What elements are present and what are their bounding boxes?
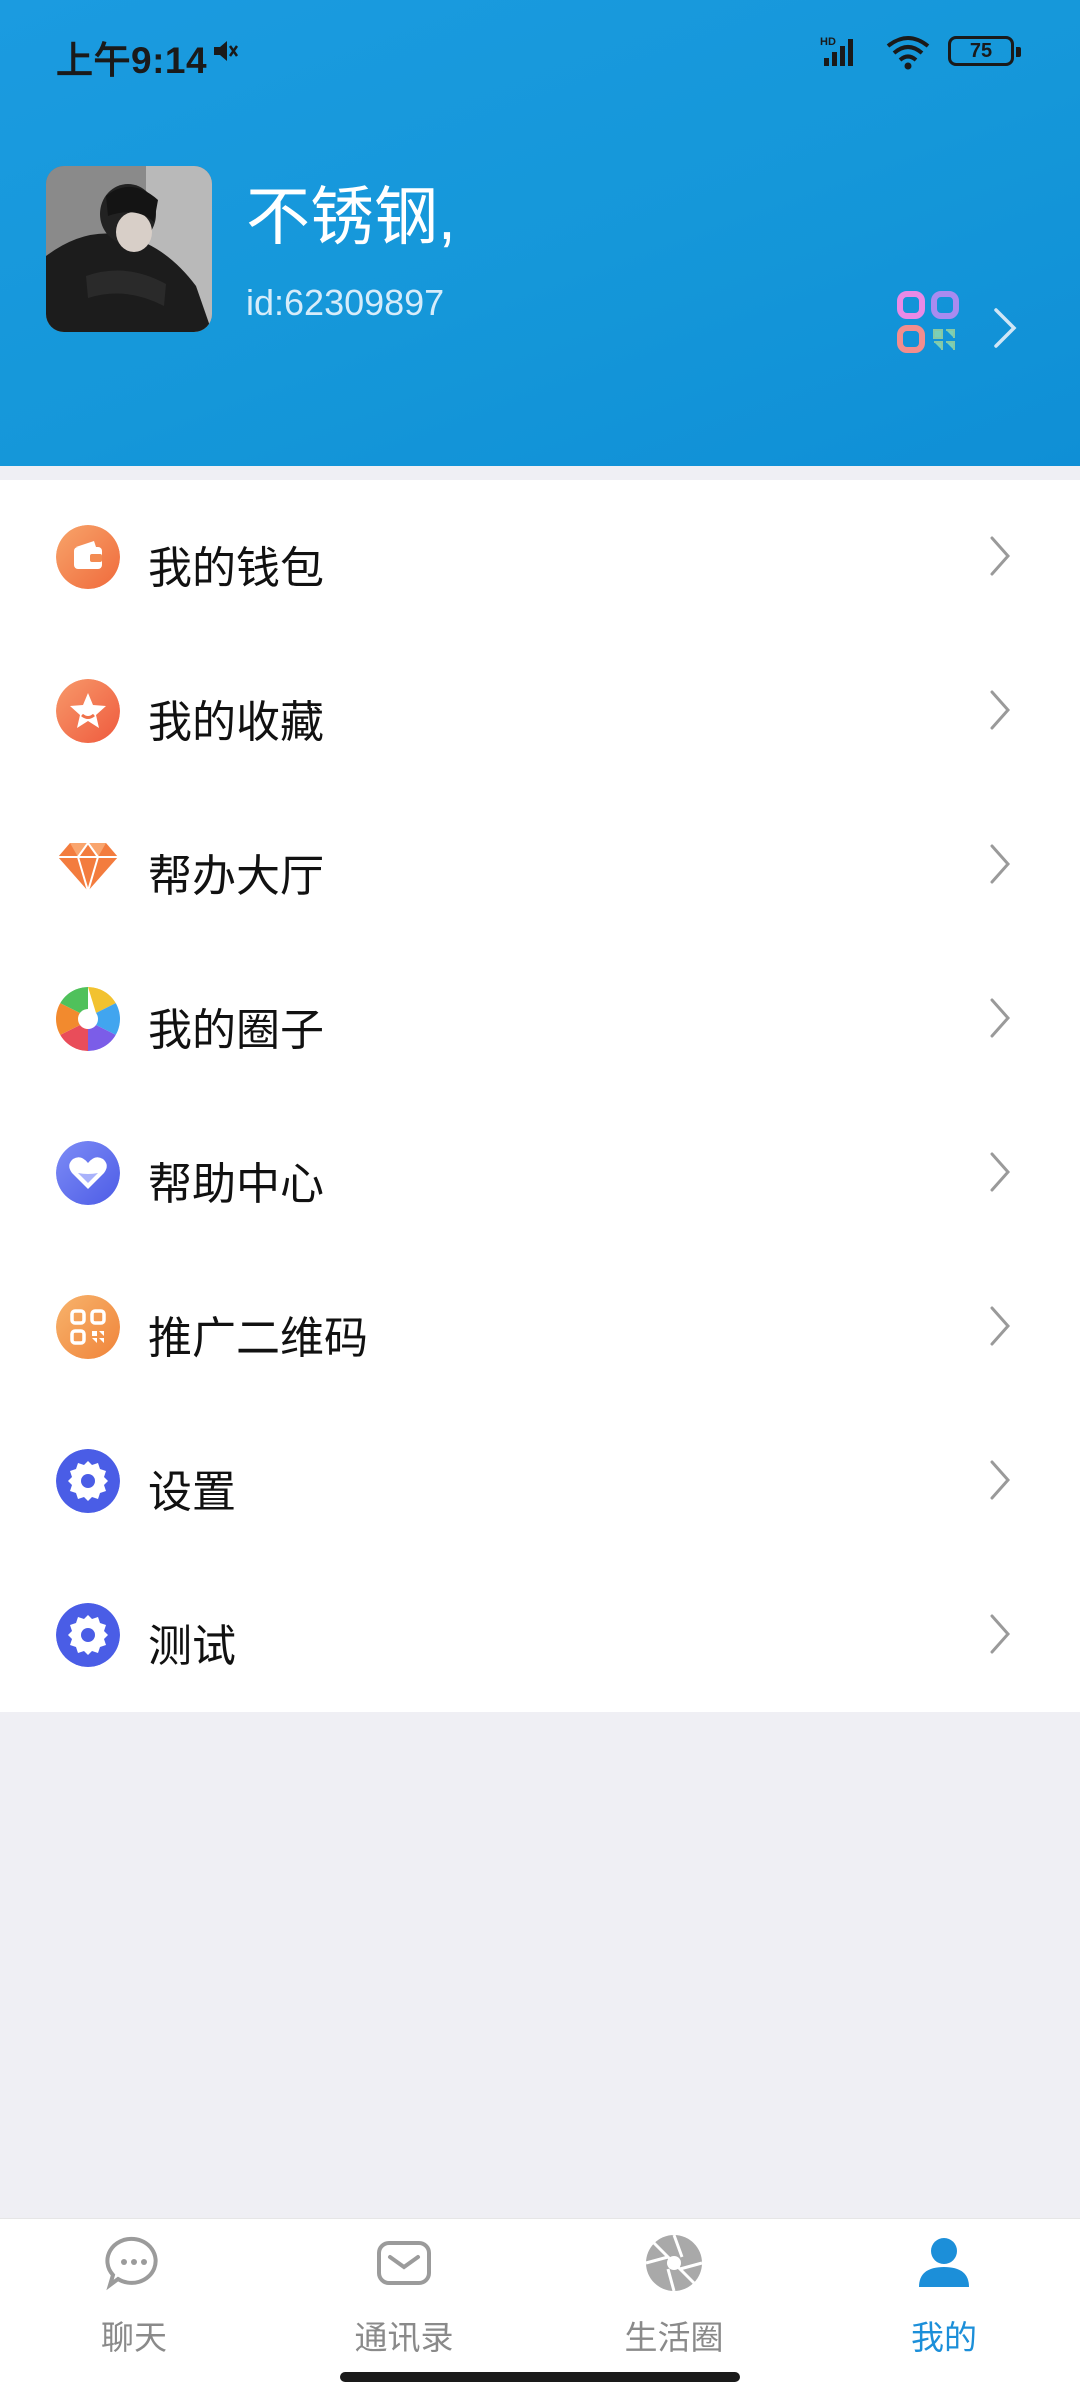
chevron-right-icon [990,1306,1011,1346]
menu-item-label: 我的圈子 [148,1006,324,1055]
star-icon [56,679,120,743]
menu-item-help-center[interactable]: 帮助中心 [0,1096,1080,1250]
chevron-right-icon [990,1460,1011,1500]
contacts-icon [377,2241,431,2285]
gear-icon [56,1603,120,1667]
menu-item-promo-qr[interactable]: 推广二维码 [0,1250,1080,1404]
avatar[interactable] [46,166,212,332]
battery-indicator: 75 [948,36,1021,66]
tab-chat[interactable]: 聊天 [34,2219,234,2369]
tab-label: 聊天 [101,2319,167,2356]
profile-screen: 上午9:14 HD 75 不锈钢, id:62309897 我的钱包 我的收藏 … [0,0,1080,2400]
wallet-icon [56,525,120,589]
menu-item-label: 我的钱包 [148,544,324,593]
menu-item-test[interactable]: 测试 [0,1558,1080,1712]
menu-item-my-circle[interactable]: 我的圈子 [0,942,1080,1096]
chevron-right-icon [990,690,1011,730]
mute-icon [214,41,239,61]
menu-list: 我的钱包 我的收藏 帮办大厅 我的圈子 帮助中心 推广二维码 设置 测试 [0,480,1080,1712]
home-indicator[interactable] [340,2372,740,2382]
menu-item-settings[interactable]: 设置 [0,1404,1080,1558]
chevron-right-icon [990,844,1011,884]
gear-icon [56,1449,120,1513]
menu-item-label: 测试 [148,1622,236,1671]
qr-code-icon[interactable] [896,290,960,354]
menu-item-wallet[interactable]: 我的钱包 [0,480,1080,634]
chevron-right-icon [990,998,1011,1038]
chevron-right-icon [990,1152,1011,1192]
profile-id: id:62309897 [246,282,445,323]
qr-code-icon [56,1295,120,1359]
status-bar: 上午9:14 HD 75 [0,0,1080,104]
person-icon [919,2238,969,2287]
menu-item-label: 设置 [148,1468,236,1517]
chat-icon [105,2236,158,2291]
aperture-icon [645,2234,703,2292]
profile-name: 不锈钢, [246,181,456,253]
tab-label: 通讯录 [354,2319,454,2356]
heart-icon [56,1141,120,1205]
svg-text:HD: HD [820,36,836,48]
tab-label: 生活圈 [624,2319,724,2356]
menu-item-label: 推广二维码 [148,1314,368,1363]
diamond-icon [58,841,118,895]
tab-life-circle[interactable]: 生活圈 [574,2219,774,2369]
tab-me[interactable]: 我的 [844,2219,1044,2369]
avatar-photo [46,166,212,332]
menu-item-service-hall[interactable]: 帮办大厅 [0,788,1080,942]
menu-item-favorites[interactable]: 我的收藏 [0,634,1080,788]
profile-header: 上午9:14 HD 75 不锈钢, id:62309897 [0,0,1080,466]
menu-item-label: 帮办大厅 [148,852,324,901]
chevron-right-icon [990,1614,1011,1654]
chevron-right-icon [990,536,1011,576]
status-time: 上午9:14 [56,40,208,81]
menu-item-label: 帮助中心 [148,1160,324,1209]
wifi-icon [886,36,930,70]
tab-contacts[interactable]: 通讯录 [304,2219,504,2369]
tab-label: 我的 [911,2319,977,2356]
signal-icon: HD [820,36,853,66]
aperture-icon [56,987,120,1051]
battery-level: 75 [969,40,993,62]
menu-item-label: 我的收藏 [148,698,324,747]
chevron-right-icon[interactable] [992,306,1018,350]
